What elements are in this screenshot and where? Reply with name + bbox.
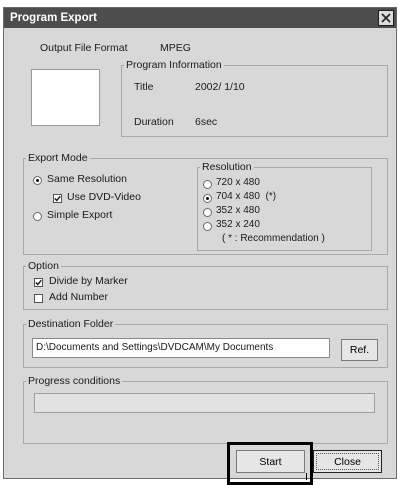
option-legend: Option [28,260,59,272]
pointer-line [306,473,307,480]
resolution-352x480-radio[interactable] [203,208,212,217]
title-label: Title [134,81,154,93]
export-mode-legend: Export Mode [28,152,88,164]
resolution-704x480-radio[interactable] [203,194,212,203]
program-thumbnail [31,69,100,126]
destination-path-input[interactable]: D:\Documents and Settings\DVDCAM\My Docu… [32,338,330,358]
simple-export-label: Simple Export [47,209,113,221]
output-format-label: Output File Format [40,42,128,54]
resolution-720x480-label: 720 x 480 [216,177,260,188]
resolution-legend: Resolution [202,161,252,173]
start-button[interactable]: Start [236,450,305,473]
divide-by-marker-checkbox[interactable] [34,278,43,287]
title-bar: Program Export [4,8,396,28]
close-button[interactable]: Close [313,450,382,473]
use-dvd-video-checkbox[interactable] [53,194,62,203]
duration-value: 6sec [195,116,218,128]
output-format-value: MPEG [160,42,191,54]
recommendation-note: ( * : Recommendation ) [222,233,325,244]
ref-button[interactable]: Ref. [341,339,378,361]
divide-by-marker-label: Divide by Marker [49,275,128,287]
resolution-352x240-radio[interactable] [203,222,212,231]
destination-folder-legend: Destination Folder [28,318,114,330]
resolution-704x480-label: 704 x 480 (*) [216,191,277,202]
resolution-352x480-label: 352 x 480 [216,205,260,216]
add-number-checkbox[interactable] [34,294,43,303]
use-dvd-video-label: Use DVD-Video [67,191,141,203]
close-window-icon[interactable] [378,10,394,26]
progress-bar [34,393,375,413]
same-resolution-radio[interactable] [33,176,42,185]
duration-label: Duration [134,116,174,128]
resolution-352x240-label: 352 x 240 [216,219,260,230]
same-resolution-label: Same Resolution [47,173,127,185]
simple-export-radio[interactable] [33,212,42,221]
program-information-legend: Program Information [126,59,222,71]
program-export-dialog: Program Export Output File Format MPEG P… [3,7,397,485]
add-number-label: Add Number [49,291,108,303]
window-title: Program Export [10,12,97,24]
resolution-720x480-radio[interactable] [203,180,212,189]
title-value: 2002/ 1/10 [195,81,245,93]
progress-conditions-legend: Progress conditions [28,375,121,387]
